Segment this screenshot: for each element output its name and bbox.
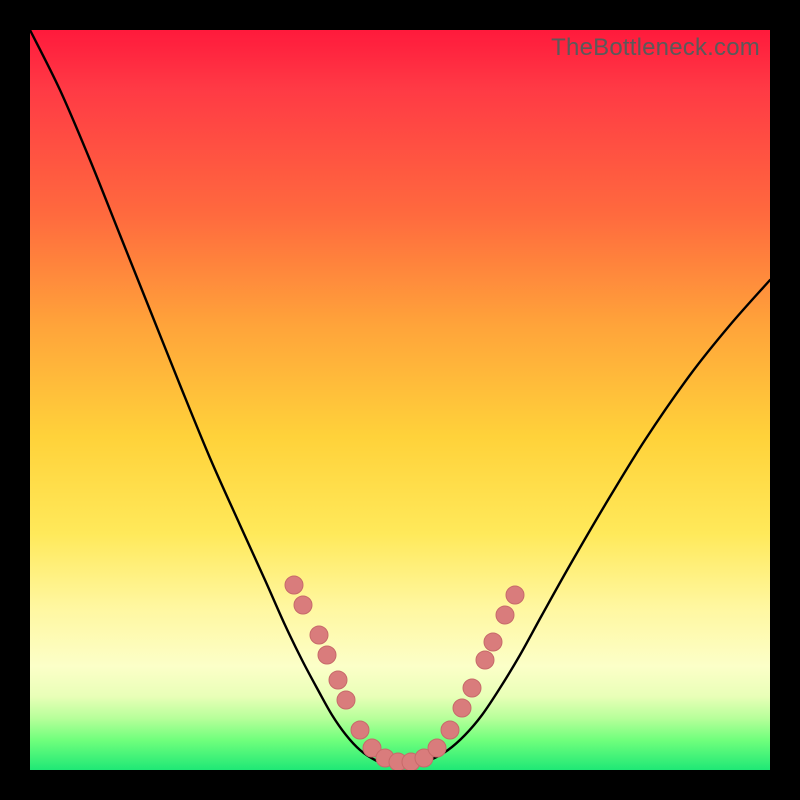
- curve-marker: [496, 606, 514, 624]
- bottleneck-curve-svg: [30, 30, 770, 770]
- curve-marker: [310, 626, 328, 644]
- curve-marker: [463, 679, 481, 697]
- curve-marker: [453, 699, 471, 717]
- curve-marker: [484, 633, 502, 651]
- chart-frame: TheBottleneck.com: [0, 0, 800, 800]
- curve-marker: [329, 671, 347, 689]
- plot-area: TheBottleneck.com: [30, 30, 770, 770]
- curve-marker: [337, 691, 355, 709]
- curve-marker: [476, 651, 494, 669]
- curve-marker: [285, 576, 303, 594]
- curve-marker: [428, 739, 446, 757]
- curve-marker: [506, 586, 524, 604]
- curve-marker: [351, 721, 369, 739]
- bottleneck-curve: [30, 30, 770, 766]
- curve-marker: [294, 596, 312, 614]
- curve-marker: [441, 721, 459, 739]
- curve-markers: [285, 576, 524, 770]
- curve-marker: [318, 646, 336, 664]
